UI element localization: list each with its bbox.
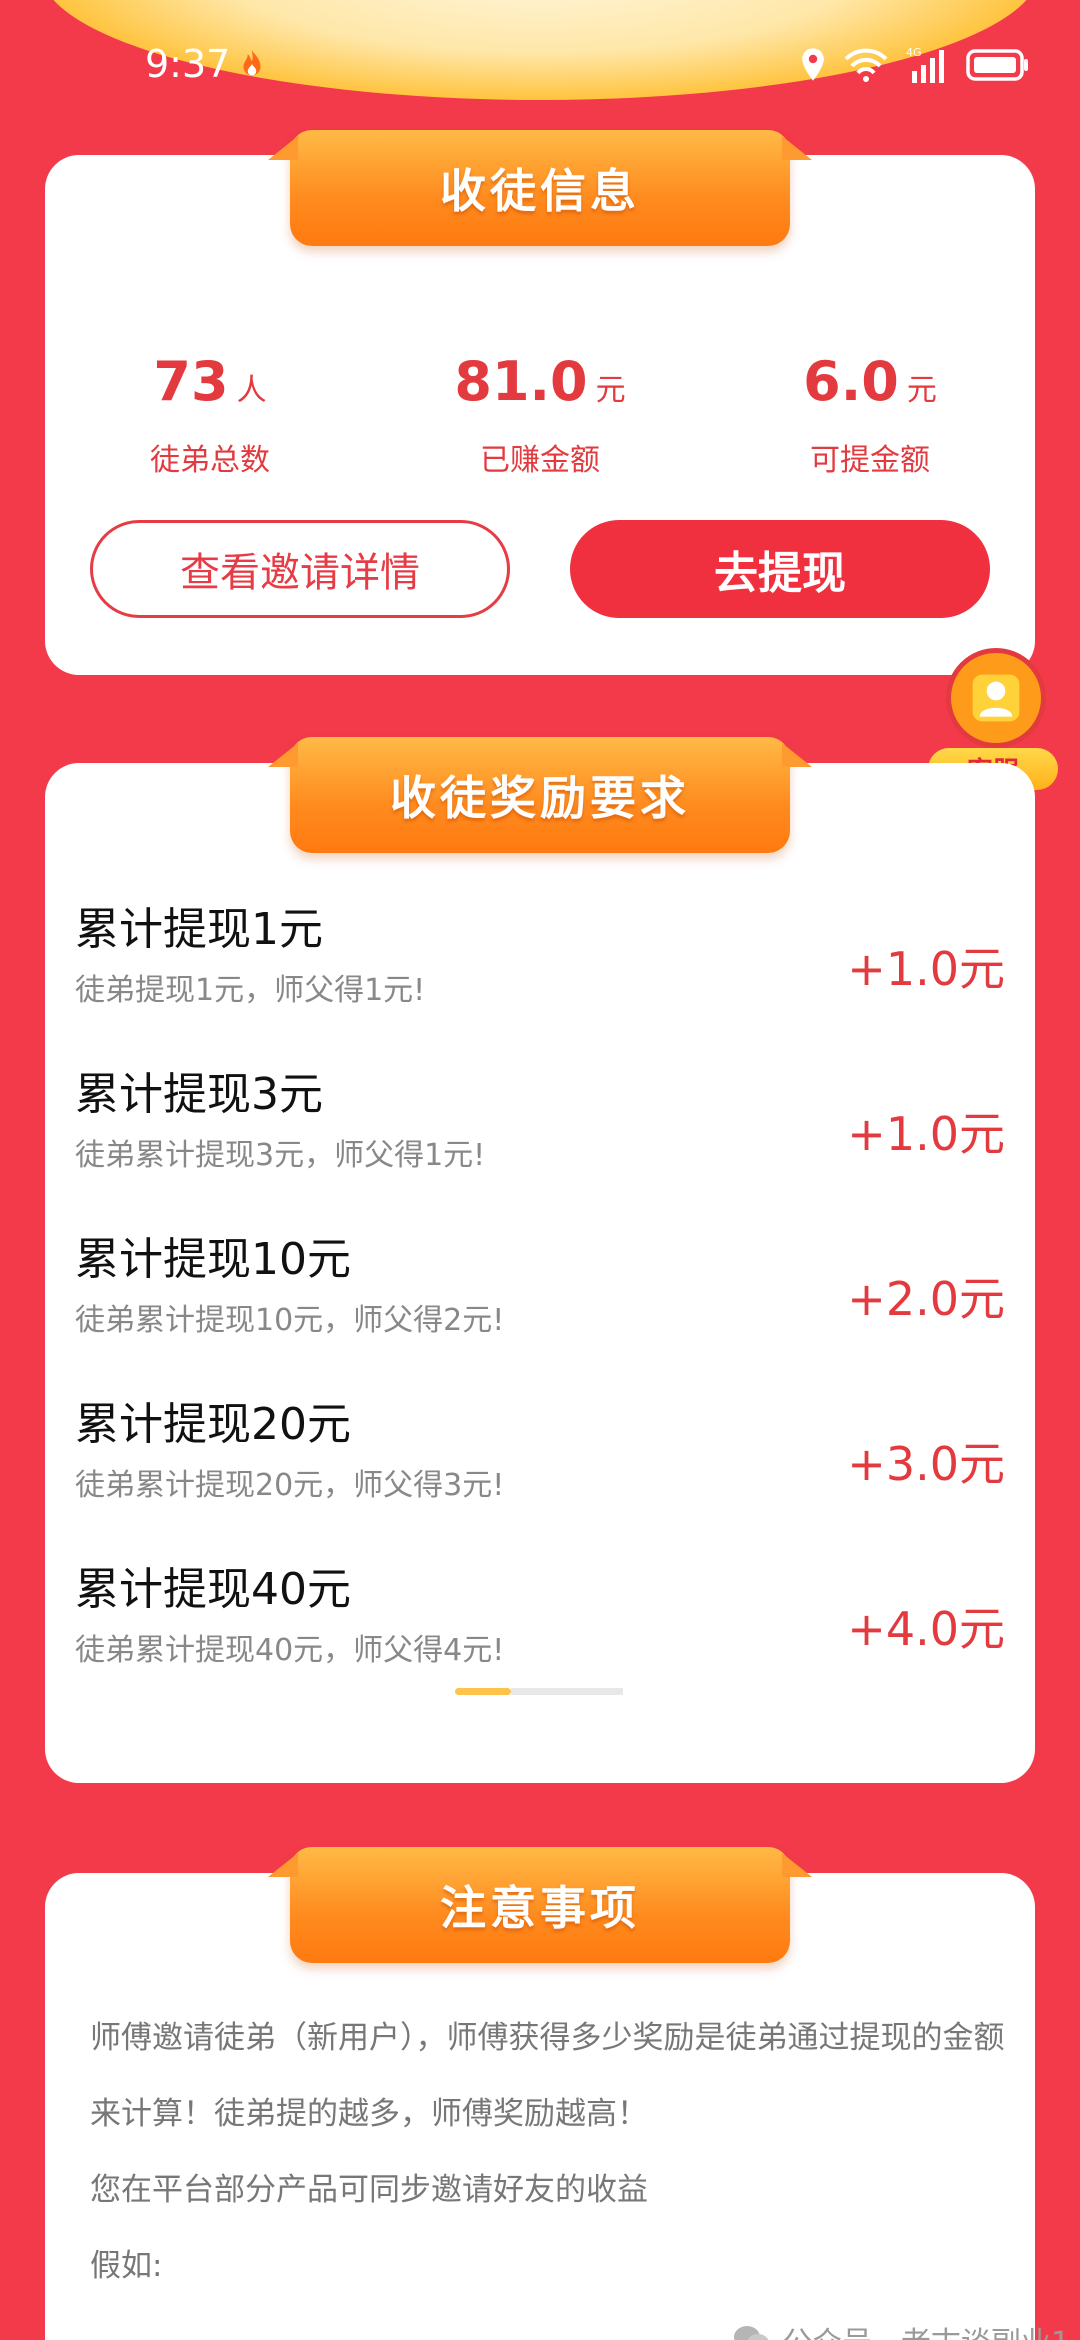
notes-title: 注意事项 — [290, 1847, 790, 1963]
stat-unit: 元 — [906, 373, 937, 408]
reward-requirements-title: 收徒奖励要求 — [290, 737, 790, 853]
stat-value: 6.0 — [803, 350, 899, 413]
stat-total-apprentices: 73 人 徒弟总数 — [45, 350, 375, 479]
list-item: 累计提现3元 徒弟累计提现3元，师父得1元! +1.0元 — [45, 1058, 1035, 1223]
reward-title: 累计提现3元 — [75, 1069, 323, 1120]
page-dot[interactable] — [567, 1688, 623, 1695]
notes-line: 来计算！徒弟提的越多，师傅奖励越高！ — [90, 2096, 648, 2132]
watermark: 公众号 · 老古谈副业1 — [732, 2318, 1070, 2340]
page-dot[interactable] — [511, 1688, 567, 1695]
location-icon — [802, 48, 824, 81]
stat-withdrawable-amount: 6.0 元 可提金额 — [705, 350, 1035, 479]
status-icons: 4G — [798, 45, 1030, 85]
customer-service-avatar — [946, 648, 1046, 748]
reward-amount: +1.0元 — [847, 942, 1005, 996]
battery-icon — [966, 49, 1028, 81]
wechat-icon — [734, 2326, 769, 2340]
reward-amount: +1.0元 — [847, 1107, 1005, 1161]
reward-desc: 徒弟累计提现40元，师父得4元! — [75, 1633, 505, 1668]
stat-label: 可提金额 — [810, 443, 930, 478]
list-item: 累计提现10元 徒弟累计提现10元，师父得2元! +2.0元 — [45, 1223, 1035, 1388]
user-icon — [972, 674, 1020, 722]
watermark-text: 公众号 · 老古谈副业1 — [782, 2318, 1070, 2340]
reward-amount: +3.0元 — [847, 1437, 1005, 1491]
reward-title: 累计提现20元 — [75, 1399, 351, 1450]
reward-desc: 徒弟累计提现20元，师父得3元! — [75, 1468, 505, 1503]
page-indicator[interactable] — [455, 1688, 623, 1695]
wifi-icon — [844, 48, 888, 82]
list-item: 累计提现1元 徒弟提现1元，师父得1元! +1.0元 — [45, 893, 1035, 1058]
stat-unit: 元 — [595, 373, 626, 408]
page-dot-active[interactable] — [455, 1688, 511, 1695]
fire-icon — [243, 49, 261, 76]
stat-unit: 人 — [236, 373, 267, 408]
withdraw-button[interactable]: 去提现 — [570, 520, 990, 618]
reward-amount: +4.0元 — [847, 1602, 1005, 1656]
invite-info-card: 收徒信息 73 人 徒弟总数 81.0 元 已赚金额 6.0 元 可提金额 查看邀请详… — [45, 130, 1035, 675]
stat-value: 73 — [153, 350, 229, 413]
reward-amount: +2.0元 — [847, 1272, 1005, 1326]
signal-icon: 4G — [906, 46, 944, 83]
notes-body: 师傅邀请徒弟（新用户），师傅获得多少奖励是徒弟通过提现的金额 来计算！徒弟提的越… — [90, 2013, 1010, 2317]
status-time: 9:37 — [145, 42, 231, 86]
notes-line: 您在平台部分产品可同步邀请好友的收益 — [90, 2172, 648, 2208]
stat-label: 徒弟总数 — [150, 443, 270, 478]
notes-card: 注意事项 师傅邀请徒弟（新用户），师傅获得多少奖励是徒弟通过提现的金额 来计算！… — [45, 1847, 1035, 2340]
stat-label: 已赚金额 — [480, 443, 600, 478]
reward-desc: 徒弟累计提现10元，师父得2元! — [75, 1303, 505, 1338]
reward-desc: 徒弟提现1元，师父得1元! — [75, 973, 426, 1008]
reward-desc: 徒弟累计提现3元，师父得1元! — [75, 1138, 486, 1173]
list-item: 累计提现20元 徒弟累计提现20元，师父得3元! +3.0元 — [45, 1388, 1035, 1553]
reward-list: 累计提现1元 徒弟提现1元，师父得1元! +1.0元 累计提现3元 徒弟累计提现… — [45, 893, 1035, 1718]
status-bar: 9:37 4G — [0, 0, 1080, 130]
reward-title: 累计提现1元 — [75, 904, 323, 955]
notes-line: 师傅邀请徒弟（新用户），师傅获得多少奖励是徒弟通过提现的金额 — [90, 2020, 1005, 2056]
stat-value: 81.0 — [454, 350, 588, 413]
notes-line: 假如: — [90, 2248, 163, 2284]
view-invite-details-button[interactable]: 查看邀请详情 — [90, 520, 510, 618]
network-label: 4G — [906, 46, 922, 59]
stat-earned-amount: 81.0 元 已赚金额 — [375, 350, 705, 479]
reward-title: 累计提现10元 — [75, 1234, 351, 1285]
invite-info-title: 收徒信息 — [290, 130, 790, 246]
reward-title: 累计提现40元 — [75, 1564, 351, 1615]
invite-stats: 73 人 徒弟总数 81.0 元 已赚金额 6.0 元 可提金额 — [45, 350, 1035, 478]
reward-requirements-card: 收徒奖励要求 累计提现1元 徒弟提现1元，师父得1元! +1.0元 累计提现3元… — [45, 737, 1035, 1783]
